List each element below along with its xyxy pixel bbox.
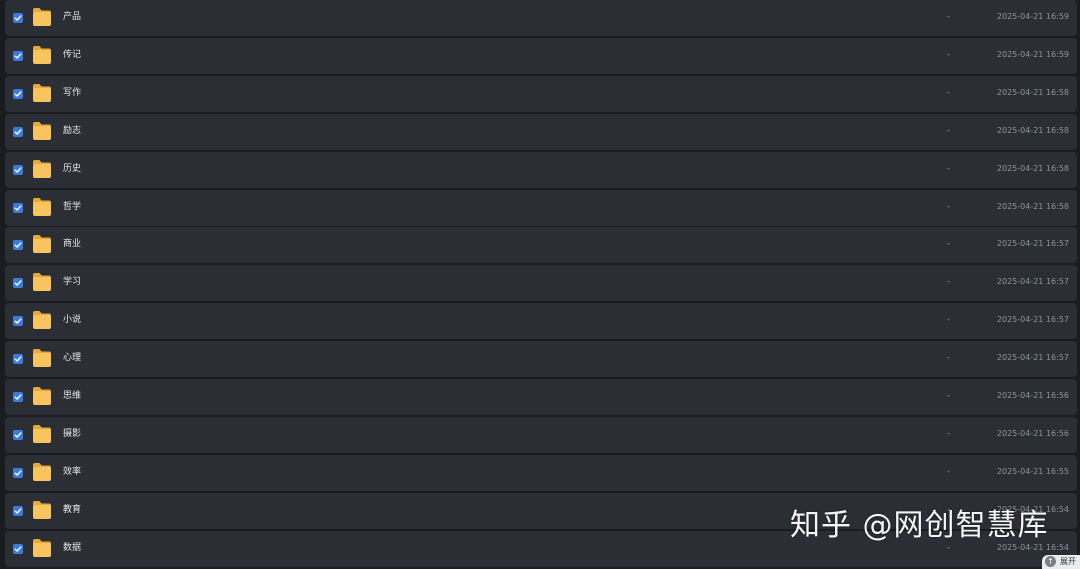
modified-date: 2025-04-21 16:56 (996, 429, 1069, 438)
file-row[interactable]: 效率 - 2025-04-21 16:55 (5, 455, 1077, 491)
folder-icon (31, 83, 53, 103)
file-size: - (947, 315, 951, 325)
folder-icon (31, 424, 53, 444)
checkbox-checked-icon[interactable] (13, 430, 23, 440)
folder-icon (31, 272, 53, 292)
watermark: 知乎 @网创智慧库 (790, 508, 1049, 543)
file-list: 产品 - 2025-04-21 16:59 传记 - 2025-04-21 16:59 写作… (0, 0, 1080, 567)
file-size: - (947, 88, 951, 98)
modified-date: 2025-04-21 16:58 (996, 164, 1069, 173)
checkbox-checked-icon[interactable] (13, 240, 23, 250)
folder-name[interactable]: 历史 (63, 163, 81, 175)
checkbox-checked-icon[interactable] (13, 13, 23, 23)
file-size: - (947, 239, 951, 249)
folder-icon (31, 159, 53, 179)
checkbox-checked-icon[interactable] (13, 203, 23, 213)
folder-icon (31, 538, 53, 558)
file-size: - (947, 467, 951, 477)
file-row[interactable]: 小说 - 2025-04-21 16:57 (5, 303, 1077, 339)
checkbox-checked-icon[interactable] (13, 354, 23, 364)
checkbox-checked-icon[interactable] (13, 89, 23, 99)
file-row[interactable]: 哲学 - 2025-04-21 16:58 (5, 190, 1077, 226)
checkbox-checked-icon[interactable] (13, 316, 23, 326)
folder-icon (31, 462, 53, 482)
checkbox-checked-icon[interactable] (13, 278, 23, 288)
file-size: - (947, 391, 951, 401)
modified-date: 2025-04-21 16:58 (996, 88, 1069, 97)
folder-name[interactable]: 传记 (63, 49, 81, 61)
file-size: - (947, 277, 951, 287)
folder-name[interactable]: 商业 (63, 238, 81, 250)
folder-name[interactable]: 学习 (63, 276, 81, 288)
modified-date: 2025-04-21 16:59 (996, 50, 1069, 59)
folder-name[interactable]: 教育 (63, 504, 81, 516)
folder-icon (31, 310, 53, 330)
file-row[interactable]: 心理 - 2025-04-21 16:57 (5, 341, 1077, 377)
folder-icon (31, 7, 53, 27)
file-row[interactable]: 写作 - 2025-04-21 16:58 (5, 76, 1077, 112)
folder-icon (31, 500, 53, 520)
folder-icon (31, 234, 53, 254)
file-size: - (947, 202, 951, 212)
file-row[interactable]: 商业 - 2025-04-21 16:57 (5, 227, 1077, 263)
folder-name[interactable]: 写作 (63, 87, 81, 99)
modified-date: 2025-04-21 16:57 (996, 353, 1069, 362)
checkbox-checked-icon[interactable] (13, 506, 23, 516)
modified-date: 2025-04-21 16:58 (996, 126, 1069, 135)
folder-name[interactable]: 产品 (63, 11, 81, 23)
folder-name[interactable]: 哲学 (63, 201, 81, 213)
checkbox-checked-icon[interactable] (13, 544, 23, 554)
folder-name[interactable]: 心理 (63, 352, 81, 364)
file-row[interactable]: 传记 - 2025-04-21 16:59 (5, 38, 1077, 74)
file-row[interactable]: 产品 - 2025-04-21 16:59 (5, 0, 1077, 36)
folder-icon (31, 197, 53, 217)
expand-label: 展开 (1060, 557, 1076, 566)
folder-icon (31, 386, 53, 406)
file-size: - (947, 12, 951, 22)
file-size: - (947, 353, 951, 363)
file-size: - (947, 50, 951, 60)
file-row[interactable]: 励志 - 2025-04-21 16:58 (5, 114, 1077, 150)
file-size: - (947, 429, 951, 439)
folder-icon (31, 121, 53, 141)
folder-name[interactable]: 数据 (63, 542, 81, 554)
file-row[interactable]: 摄影 - 2025-04-21 16:56 (5, 417, 1077, 453)
folder-name[interactable]: 摄影 (63, 428, 81, 440)
file-row[interactable]: 思维 - 2025-04-21 16:56 (5, 379, 1077, 415)
modified-date: 2025-04-21 16:57 (996, 315, 1069, 324)
checkbox-checked-icon[interactable] (13, 51, 23, 61)
folder-name[interactable]: 小说 (63, 314, 81, 326)
modified-date: 2025-04-21 16:59 (996, 12, 1069, 21)
checkbox-checked-icon[interactable] (13, 392, 23, 402)
arrow-up-icon: ↑ (1045, 556, 1056, 567)
modified-date: 2025-04-21 16:55 (996, 467, 1069, 476)
checkbox-checked-icon[interactable] (13, 127, 23, 137)
modified-date: 2025-04-21 16:57 (996, 277, 1069, 286)
checkbox-checked-icon[interactable] (13, 468, 23, 478)
modified-date: 2025-04-21 16:57 (996, 239, 1069, 248)
file-row[interactable]: 历史 - 2025-04-21 16:58 (5, 152, 1077, 188)
folder-icon (31, 45, 53, 65)
checkbox-checked-icon[interactable] (13, 165, 23, 175)
file-size: - (947, 164, 951, 174)
modified-date: 2025-04-21 16:56 (996, 391, 1069, 400)
file-row[interactable]: 学习 - 2025-04-21 16:57 (5, 265, 1077, 301)
folder-name[interactable]: 思维 (63, 390, 81, 402)
folder-name[interactable]: 励志 (63, 125, 81, 137)
modified-date: 2025-04-21 16:58 (996, 202, 1069, 211)
folder-name[interactable]: 效率 (63, 466, 81, 478)
file-size: - (947, 126, 951, 136)
folder-icon (31, 348, 53, 368)
